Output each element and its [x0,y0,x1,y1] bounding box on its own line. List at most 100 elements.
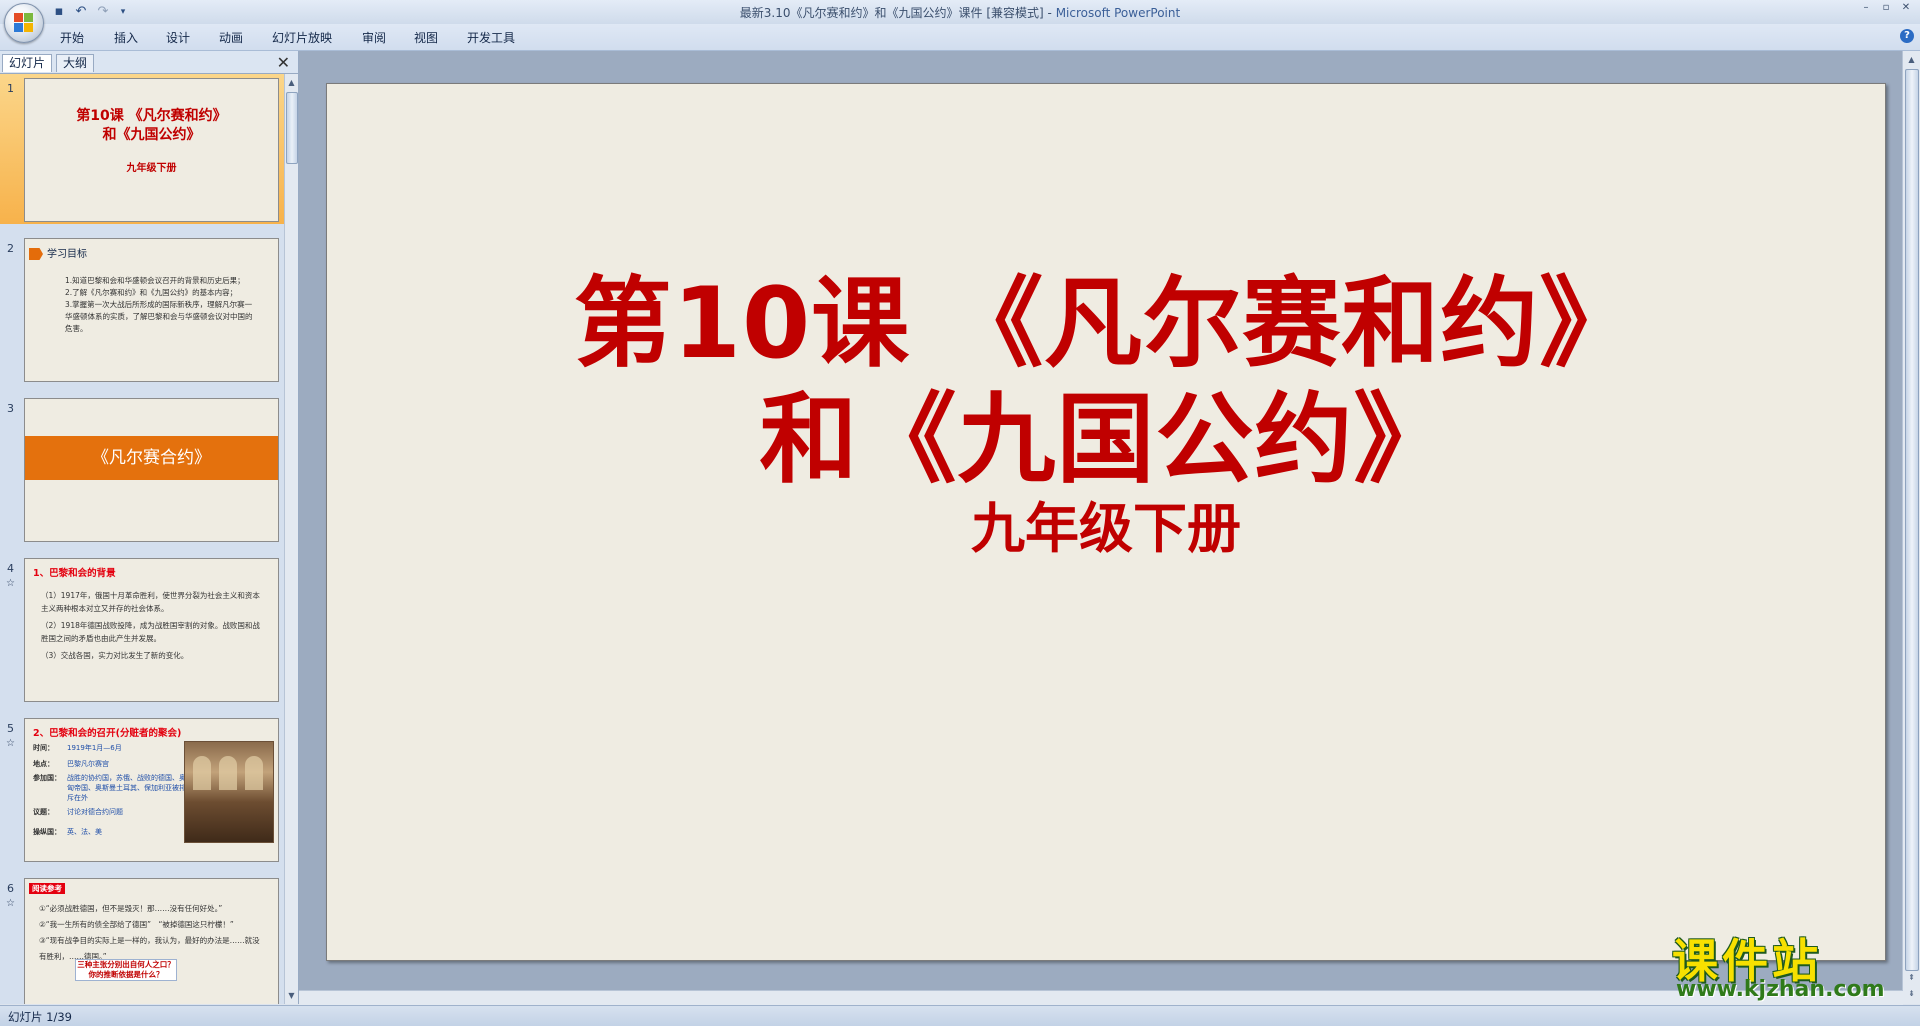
scrollbar-thumb[interactable] [1905,69,1919,971]
slide-thumbnail-5[interactable]: 5 ☆ 2、巴黎和会的召开(分赃者的聚会) 时间： 1919年1月—6月 地点： 巴… [0,714,284,864]
slide-number: 5 [7,722,14,735]
row-value: 战胜的协约国，苏俄、战败的德国、奥匈帝国、奥斯曼土耳其、保加利亚被排斥在外 [67,774,186,802]
row-key: 议题： [33,808,54,816]
scroll-up-icon[interactable]: ▲ [285,76,298,89]
thumb-heading-text: 学习目标 [47,249,87,260]
thumb-title-line1: 第10课 《凡尔赛和约》 [76,108,227,124]
thumb-line: ②“我一生所有的债全部给了德国” “被掉德国这只柠檬！” [39,920,234,929]
slide-preview: 第10课 《凡尔赛和约》 和《九国公约》 九年级下册 [24,78,279,222]
thumb-heading: 2、巴黎和会的召开(分赃者的聚会) [33,728,182,739]
thumb-badge: 阅读参考 [29,883,65,894]
tab-view[interactable]: 视图 [414,29,438,46]
slide-thumbnail-6[interactable]: 6 ☆ 阅读参考 ①“必须战胜德国，但不是毁灭！那……没有任何好处。” ②“我一… [0,874,284,1004]
slide-number: 3 [7,402,14,415]
help-icon[interactable]: ? [1900,29,1914,43]
tab-slideshow[interactable]: 幻灯片放映 [272,29,332,46]
close-pane-icon[interactable]: ✕ [277,53,290,72]
animation-star-icon: ☆ [6,738,15,749]
watermark-logo: 课件站 www.kjzhan.com [1672,925,1902,1005]
thumb-heading: 学习目标 [29,245,87,260]
thumb-line: 2.了解《凡尔赛和约》和《九国公约》的基本内容； [65,288,238,297]
window-title: 最新3.10《凡尔赛和约》和《九国公约》课件 [兼容模式] - Microsof… [739,6,1181,20]
slide-counter: 幻灯片 1/39 [8,1010,72,1024]
thumb-line: （1）1917年，俄国十月革命胜利，使世界分裂为社会主义和资本主义两种根本对立又… [41,591,260,613]
slide-thumbnail-list: 1 第10课 《凡尔赛和约》 和《九国公约》 九年级下册 2 学习目标 1.知道… [0,74,284,1004]
thumb-line: 1.知道巴黎和会和华盛顿会议召开的背景和历史后果； [65,276,245,285]
row-key: 时间： [33,744,54,752]
slide-thumbnail-1[interactable]: 1 第10课 《凡尔赛和约》 和《九国公约》 九年级下册 [0,74,284,224]
thumb-body: ①“必须战胜德国，但不是毁灭！那……没有任何好处。” ②“我一生所有的债全部给了… [39,901,266,965]
close-window-icon[interactable]: ✕ [1896,1,1916,15]
thumb-title: 第10课 《凡尔赛和约》 和《九国公约》 [25,107,278,145]
tab-insert[interactable]: 插入 [114,29,138,46]
slide-title[interactable]: 第10课 《凡尔赛和约》 和《九国公约》 [327,266,1885,498]
thumb-band: 《凡尔赛合约》 [25,436,278,480]
thumb-line: （3）交战各国，实力对比发生了新的变化。 [41,651,189,660]
pane-tabs: 幻灯片 大纲 ✕ [0,51,298,74]
slide-preview: 学习目标 1.知道巴黎和会和华盛顿会议召开的背景和历史后果； 2.了解《凡尔赛和… [24,238,279,382]
slide-editor: 第10课 《凡尔赛和约》 和《九国公约》 九年级下册 [299,51,1920,1004]
title-bar: ▪ ↶ ↷ ▾ 最新3.10《凡尔赛和约》和《九国公约》课件 [兼容模式] - … [0,0,1920,43]
slide-thumbnail-3[interactable]: 3 《凡尔赛合约》 [0,394,284,544]
editor-horizontal-scrollbar[interactable] [299,990,1903,1005]
document-title: 最新3.10《凡尔赛和约》和《九国公约》课件 [兼容模式] [739,6,1044,20]
tab-review[interactable]: 审阅 [362,29,386,46]
row-value: 英、法、美 [67,828,102,836]
thumb-body: 1.知道巴黎和会和华盛顿会议召开的背景和历史后果； 2.了解《凡尔赛和约》和《九… [65,275,258,335]
thumb-title-line2: 和《九国公约》 [102,127,201,143]
flag-icon [29,248,43,260]
thumb-question-box: 三种主张分别出自何人之口？你的推断依据是什么？ [75,959,177,981]
thumb-subtitle: 九年级下册 [126,163,177,174]
slides-pane: 幻灯片 大纲 ✕ 1 第10课 《凡尔赛和约》 和《九国公约》 九年级下册 2 … [0,51,299,1004]
row-key: 操纵国： [33,828,61,836]
scroll-up-icon[interactable]: ▲ [1905,53,1918,66]
thumb-line: 3.掌握第一次大战后所形成的国际新秩序，理解凡尔赛一华盛顿体系的实质，了解巴黎和… [65,300,253,333]
minimize-icon[interactable]: – [1856,1,1876,15]
slide-preview: 2、巴黎和会的召开(分赃者的聚会) 时间： 1919年1月—6月 地点： 巴黎凡尔赛… [24,718,279,862]
scrollbar-thumb[interactable] [286,92,298,164]
ribbon-tab-bar: 开始 插入 设计 动画 幻灯片放映 审阅 视图 开发工具 ? [0,24,1920,51]
tab-slides[interactable]: 幻灯片 [2,54,53,72]
thumb-table: 时间： 1919年1月—6月 地点： 巴黎凡尔赛宫 参加国： 战胜的协约国，苏俄、战败… [33,743,186,841]
tab-home[interactable]: 开始 [60,29,84,46]
slide-preview: 《凡尔赛合约》 [24,398,279,542]
tab-outline[interactable]: 大纲 [56,54,95,72]
slide-number: 1 [7,82,14,95]
row-value: 巴黎凡尔赛宫 [67,760,109,768]
slide-title-line2: 和《九国公约》 [759,383,1453,497]
slide-number: 2 [7,242,14,255]
office-logo-icon [14,13,34,33]
animation-star-icon: ☆ [6,898,15,909]
slide-number: 4 [7,562,14,575]
slide-thumbnail-2[interactable]: 2 学习目标 1.知道巴黎和会和华盛顿会议召开的背景和历史后果； 2.了解《凡尔… [0,234,284,384]
tab-animations[interactable]: 动画 [219,29,243,46]
next-slide-icon[interactable]: ⇟ [1905,987,1918,1000]
tab-developer[interactable]: 开发工具 [467,29,515,46]
tab-design[interactable]: 设计 [166,29,190,46]
slides-pane-scrollbar[interactable]: ▲ ▼ [284,74,298,1004]
slide-number: 6 [7,882,14,895]
row-value: 1919年1月—6月 [67,744,122,752]
scroll-down-icon[interactable]: ▼ [285,989,298,1002]
slide-preview: 1、巴黎和会的背景 （1）1917年，俄国十月革命胜利，使世界分裂为社会主义和资… [24,558,279,702]
watermark-url: www.kjzhan.com [1676,977,1885,1002]
row-key: 参加国： [33,774,61,782]
slide-thumbnail-4[interactable]: 4 ☆ 1、巴黎和会的背景 （1）1917年，俄国十月革命胜利，使世界分裂为社会… [0,554,284,704]
editor-vertical-scrollbar[interactable]: ▲ ⇞ ⇟ [1902,51,1920,1004]
thumb-body: （1）1917年，俄国十月革命胜利，使世界分裂为社会主义和资本主义两种根本对立又… [41,589,260,662]
row-value: 讨论对德合约问题 [67,808,123,816]
thumb-line: ①“必须战胜德国，但不是毁灭！那……没有任何好处。” [39,904,223,913]
row-key: 地点： [33,760,54,768]
versailles-painting-image [184,741,274,843]
office-button[interactable] [4,3,44,43]
slide-title-line1: 第10课 《凡尔赛和约》 [573,267,1639,381]
current-slide[interactable]: 第10课 《凡尔赛和约》 和《九国公约》 九年级下册 [326,83,1886,961]
thumb-heading: 1、巴黎和会的背景 [33,568,116,579]
animation-star-icon: ☆ [6,578,15,589]
previous-slide-icon[interactable]: ⇞ [1905,971,1918,984]
slide-preview: 阅读参考 ①“必须战胜德国，但不是毁灭！那……没有任何好处。” ②“我一生所有的… [24,878,279,1004]
status-bar: 幻灯片 1/39 [0,1005,1920,1026]
thumb-line: （2）1918年德国战败投降，成为战胜国宰割的对象。战败国和战胜国之间的矛盾也由… [41,621,260,643]
restore-icon[interactable]: ▫ [1876,1,1896,15]
slide-subtitle[interactable]: 九年级下册 [327,484,1885,563]
